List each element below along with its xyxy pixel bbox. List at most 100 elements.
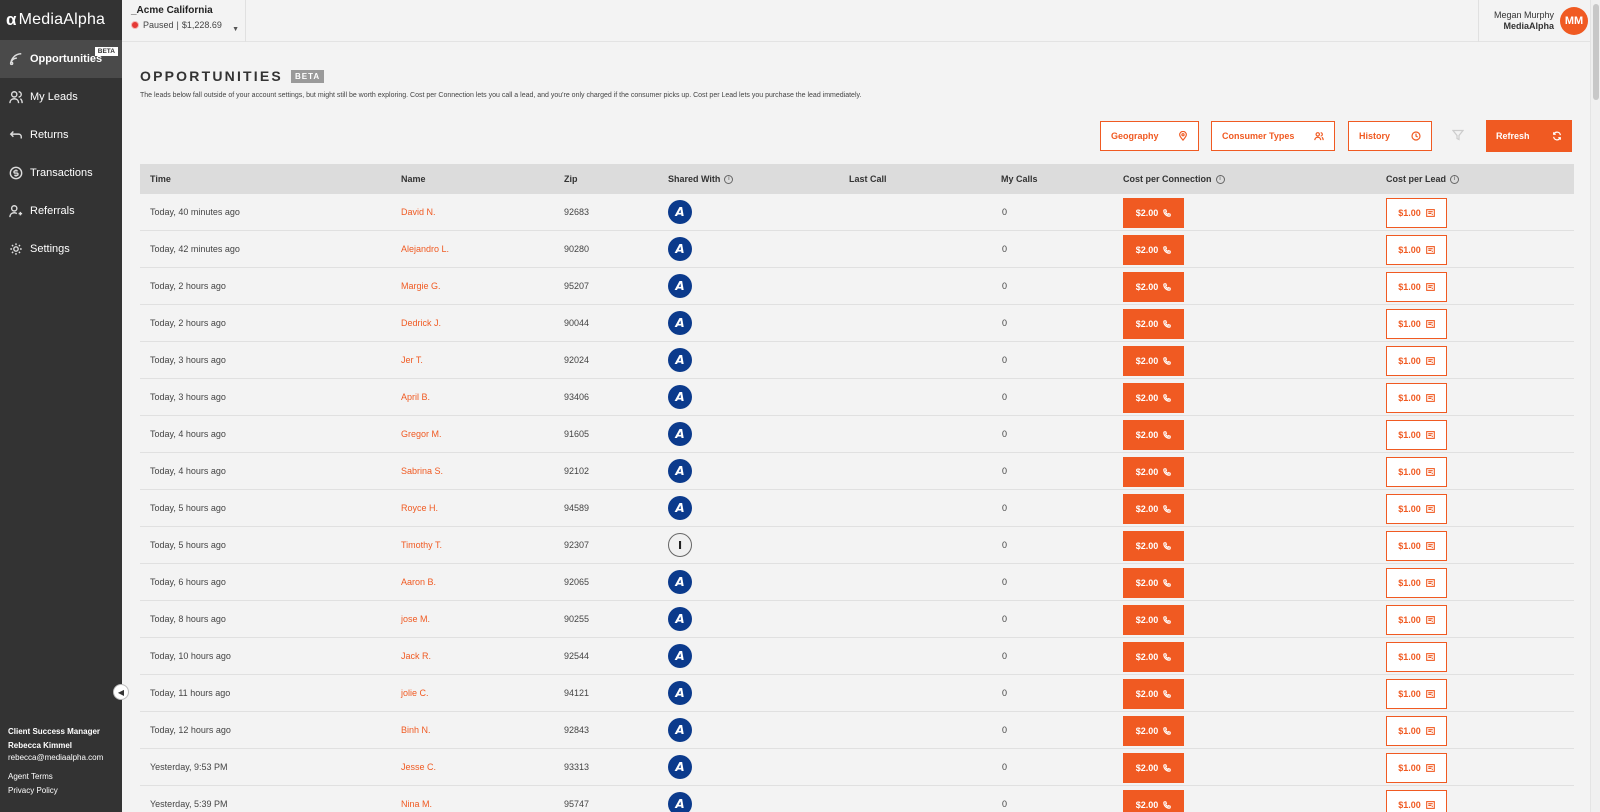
cpc-button-body[interactable]: $2.00 [1123,753,1184,783]
cost-per-connection-button[interactable]: $2.00 [1123,272,1184,302]
cpc-button-body[interactable]: $2.00 [1123,457,1184,487]
cpc-button-body[interactable]: $2.00 [1123,383,1184,413]
cpl-button-body[interactable]: $1.00 [1386,716,1447,746]
cost-per-lead-button[interactable]: $1.00 [1386,753,1447,783]
cost-per-connection-button[interactable]: $2.00 [1123,383,1184,413]
cost-per-connection-button[interactable]: $2.00 [1123,531,1184,561]
cost-per-lead-button[interactable]: $1.00 [1386,679,1447,709]
lead-name-link[interactable]: Aaron B. [401,577,436,587]
cost-per-lead-button[interactable]: $1.00 [1386,642,1447,672]
geography-filter-button[interactable]: Geography [1100,121,1199,151]
sidebar-item-opportunities[interactable]: Opportunities BETA [0,40,122,78]
cpc-button-body[interactable]: $2.00 [1123,568,1184,598]
cpc-button-body[interactable]: $2.00 [1123,235,1184,265]
cost-per-lead-button[interactable]: $1.00 [1386,346,1447,376]
csm-email[interactable]: rebecca@mediaalpha.com [8,752,103,764]
col-last-call[interactable]: Last Call [849,174,887,184]
col-cost-per-connection[interactable]: Cost per Connection i [1123,174,1225,184]
lead-name-link[interactable]: Gregor M. [401,429,442,439]
cost-per-lead-button[interactable]: $1.00 [1386,309,1447,339]
cpc-button-body[interactable]: $2.00 [1123,716,1184,746]
cost-per-connection-button[interactable]: $2.00 [1123,198,1184,228]
lead-name-link[interactable]: Dedrick J. [401,318,441,328]
cpl-button-body[interactable]: $1.00 [1386,494,1447,524]
cost-per-connection-button[interactable]: $2.00 [1123,346,1184,376]
cost-per-connection-button[interactable]: $2.00 [1123,309,1184,339]
cost-per-connection-button[interactable]: $2.00 [1123,235,1184,265]
cost-per-connection-button[interactable]: $2.00 [1123,679,1184,709]
cost-per-lead-button[interactable]: $1.00 [1386,605,1447,635]
cost-per-lead-button[interactable]: $1.00 [1386,494,1447,524]
cpl-button-body[interactable]: $1.00 [1386,790,1447,812]
cost-per-lead-button[interactable]: $1.00 [1386,531,1447,561]
cost-per-lead-button[interactable]: $1.00 [1386,568,1447,598]
cost-per-connection-button[interactable]: $2.00 [1123,605,1184,635]
lead-name-link[interactable]: Margie G. [401,281,441,291]
user-menu[interactable]: Megan Murphy MediaAlpha MM [1478,0,1600,42]
cpl-button-body[interactable]: $1.00 [1386,568,1447,598]
sidebar-item-my-leads[interactable]: My Leads [0,78,122,116]
cost-per-lead-button[interactable]: $1.00 [1386,420,1447,450]
cpl-button-body[interactable]: $1.00 [1386,346,1447,376]
lead-name-link[interactable]: jolie C. [401,688,429,698]
privacy-policy-link[interactable]: Privacy Policy [8,784,58,798]
cpl-button-body[interactable]: $1.00 [1386,679,1447,709]
col-name[interactable]: Name [401,174,426,184]
cost-per-lead-button[interactable]: $1.00 [1386,272,1447,302]
scrollbar-thumb[interactable] [1593,4,1599,100]
lead-name-link[interactable]: Nina M. [401,799,432,809]
lead-name-link[interactable]: Alejandro L. [401,244,449,254]
info-icon[interactable]: i [1450,174,1460,184]
sidebar-item-settings[interactable]: Settings [0,230,122,268]
cpl-button-body[interactable]: $1.00 [1386,383,1447,413]
cost-per-connection-button[interactable]: $2.00 [1123,790,1184,812]
sidebar-item-transactions[interactable]: Transactions [0,154,122,192]
agent-terms-link[interactable]: Agent Terms [8,770,58,784]
cpc-button-body[interactable]: $2.00 [1123,531,1184,561]
col-shared-with[interactable]: Shared With i [668,174,734,184]
col-my-calls[interactable]: My Calls [1001,174,1038,184]
cost-per-lead-button[interactable]: $1.00 [1386,235,1447,265]
cost-per-lead-button[interactable]: $1.00 [1386,716,1447,746]
cost-per-connection-button[interactable]: $2.00 [1123,716,1184,746]
cpl-button-body[interactable]: $1.00 [1386,642,1447,672]
col-time[interactable]: Time [150,174,171,184]
col-cost-per-lead[interactable]: Cost per Lead i [1386,174,1460,184]
lead-name-link[interactable]: Royce H. [401,503,438,513]
cpc-button-body[interactable]: $2.00 [1123,309,1184,339]
info-icon[interactable]: i [724,174,734,184]
lead-name-link[interactable]: Sabrina S. [401,466,443,476]
cost-per-connection-button[interactable]: $2.00 [1123,420,1184,450]
clear-filter-icon[interactable] [1451,128,1466,142]
scrollbar[interactable] [1590,0,1600,812]
cpc-button-body[interactable]: $2.00 [1123,198,1184,228]
lead-name-link[interactable]: Timothy T. [401,540,442,550]
cpl-button-body[interactable]: $1.00 [1386,753,1447,783]
cost-per-connection-button[interactable]: $2.00 [1123,494,1184,524]
sidebar-item-returns[interactable]: Returns [0,116,122,154]
cpl-button-body[interactable]: $1.00 [1386,531,1447,561]
account-selector[interactable]: _Acme California Paused | $1,228.69 ▼ [122,0,246,42]
lead-name-link[interactable]: jose M. [401,614,430,624]
cpc-button-body[interactable]: $2.00 [1123,346,1184,376]
lead-name-link[interactable]: Jack R. [401,651,431,661]
cost-per-lead-button[interactable]: $1.00 [1386,383,1447,413]
cpc-button-body[interactable]: $2.00 [1123,642,1184,672]
lead-name-link[interactable]: April B. [401,392,430,402]
sidebar-item-referrals[interactable]: Referrals [0,192,122,230]
cost-per-connection-button[interactable]: $2.00 [1123,457,1184,487]
mediaalpha-logo[interactable]: α MediaAlpha [0,0,122,40]
cpl-button-body[interactable]: $1.00 [1386,235,1447,265]
cpc-button-body[interactable]: $2.00 [1123,605,1184,635]
cpl-button-body[interactable]: $1.00 [1386,309,1447,339]
cpl-button-body[interactable]: $1.00 [1386,198,1447,228]
col-zip[interactable]: Zip [564,174,578,184]
cost-per-connection-button[interactable]: $2.00 [1123,753,1184,783]
cost-per-lead-button[interactable]: $1.00 [1386,457,1447,487]
cost-per-connection-button[interactable]: $2.00 [1123,568,1184,598]
cpc-button-body[interactable]: $2.00 [1123,420,1184,450]
avatar[interactable]: MM [1560,7,1588,35]
lead-name-link[interactable]: Binh N. [401,725,431,735]
lead-name-link[interactable]: Jer T. [401,355,423,365]
cpc-button-body[interactable]: $2.00 [1123,790,1184,812]
